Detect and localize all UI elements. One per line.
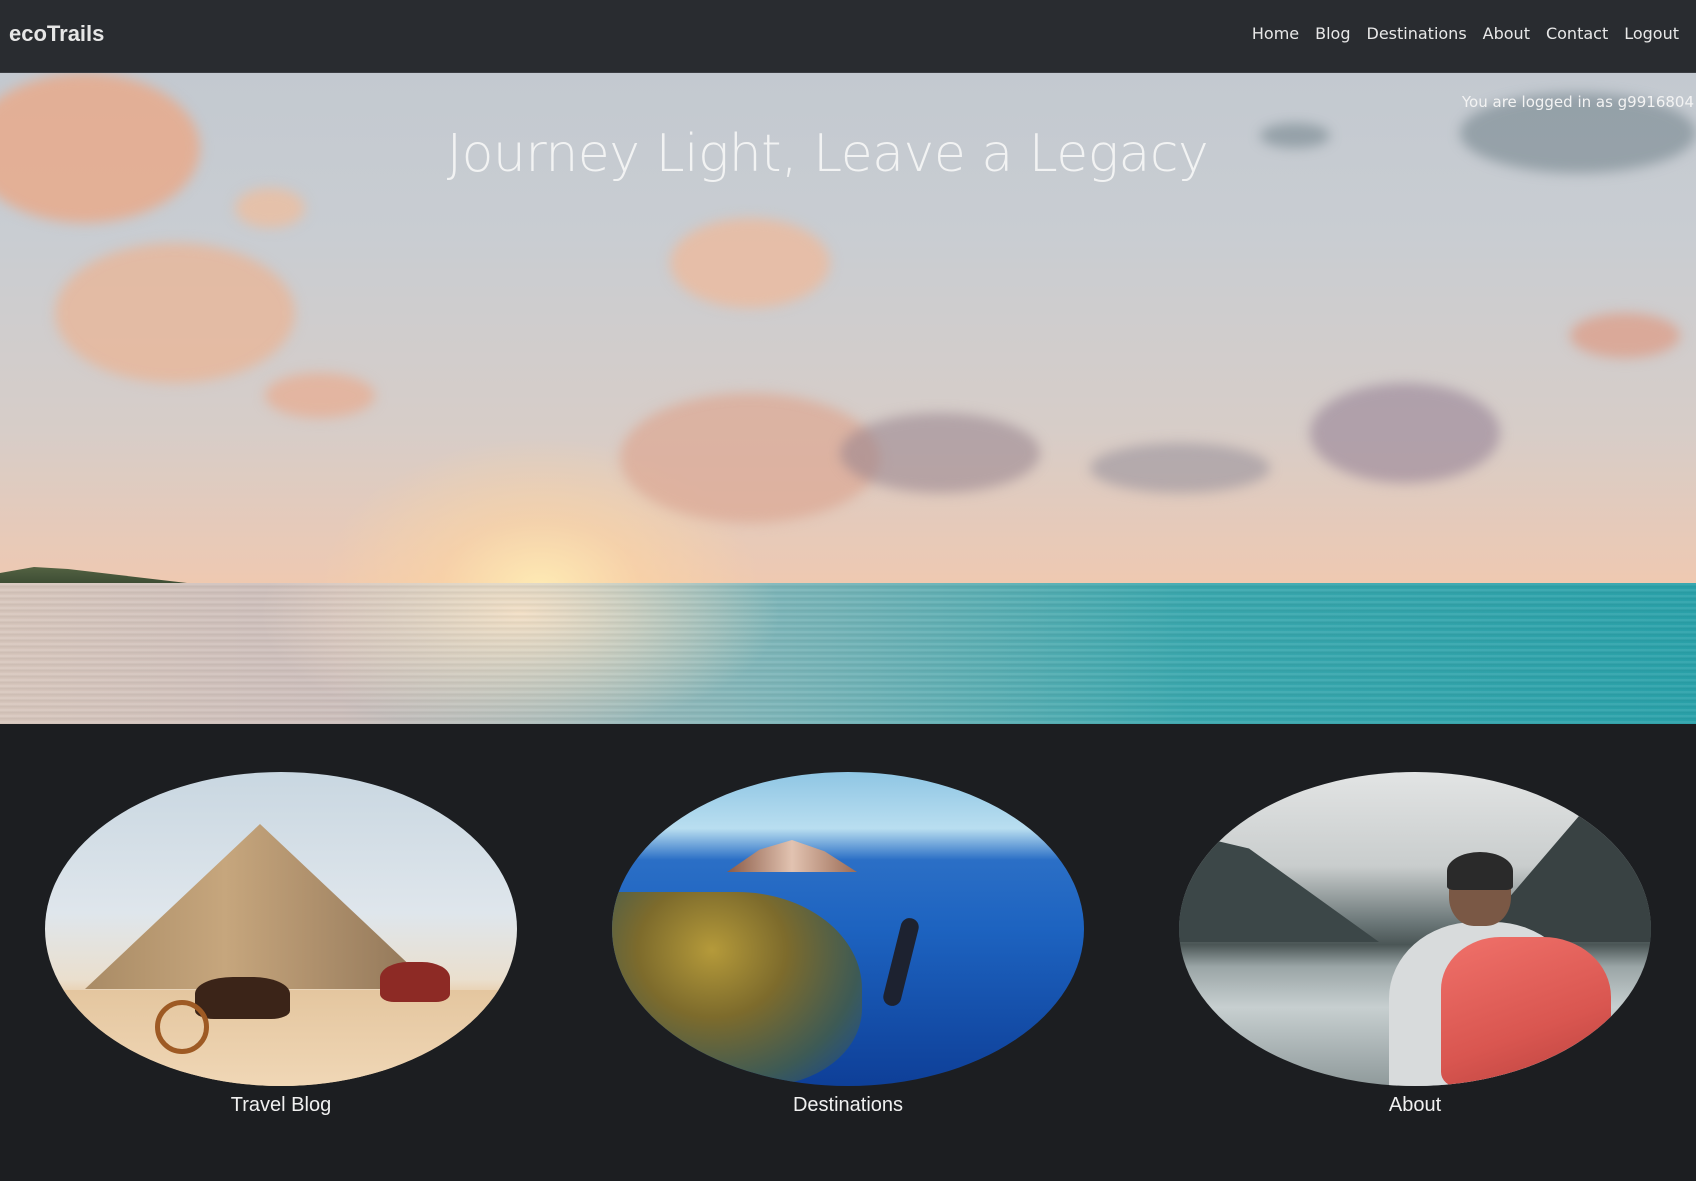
about-image[interactable]: [1179, 772, 1651, 1086]
destinations-link[interactable]: Destinations: [612, 1094, 1084, 1117]
nav-about-link[interactable]: About: [1483, 24, 1530, 43]
nav-links: Home Blog Destinations About Contact Log…: [1252, 24, 1679, 43]
cloud-shape: [265, 373, 375, 418]
about-link[interactable]: About: [1179, 1094, 1651, 1117]
ocean-water: [0, 583, 1696, 724]
nav-logout-link[interactable]: Logout: [1624, 24, 1679, 43]
cloud-shape: [1310, 383, 1500, 483]
card-destinations: Destinations: [612, 772, 1084, 1117]
card-about: About: [1179, 772, 1651, 1117]
nav-contact-link[interactable]: Contact: [1546, 24, 1608, 43]
lake-hiker-photo: [1179, 772, 1651, 1086]
cloud-shape: [1090, 443, 1270, 493]
horse-shape: [195, 977, 290, 1019]
travel-blog-link[interactable]: Travel Blog: [45, 1094, 517, 1117]
camel-saddle-shape: [380, 962, 450, 1002]
pyramid-shape: [85, 824, 435, 989]
backpack-shape: [1441, 937, 1611, 1086]
cloud-shape: [1570, 313, 1680, 358]
island-mountain: [727, 840, 857, 872]
mountain-left: [1179, 832, 1379, 942]
coral-reef: [612, 892, 862, 1086]
card-travel-blog: Travel Blog: [45, 772, 517, 1117]
top-navbar: ecoTrails Home Blog Destinations About C…: [0, 0, 1696, 73]
cart-wheel-shape: [155, 1000, 209, 1054]
cloud-shape: [235, 188, 305, 228]
underwater-photo: [612, 772, 1084, 1086]
hiker-cap: [1447, 852, 1513, 890]
cloud-shape: [670, 218, 830, 308]
nav-blog-link[interactable]: Blog: [1315, 24, 1350, 43]
pyramid-photo: [45, 772, 517, 1086]
cloud-shape: [55, 243, 295, 383]
nav-destinations-link[interactable]: Destinations: [1367, 24, 1467, 43]
hero-title: Journey Light, Leave a Legacy: [446, 124, 1209, 184]
login-status-text: You are logged in as g9916804: [1461, 93, 1694, 111]
nav-home-link[interactable]: Home: [1252, 24, 1299, 43]
destinations-image[interactable]: [612, 772, 1084, 1086]
brand-logo[interactable]: ecoTrails: [9, 21, 104, 47]
travel-blog-image[interactable]: [45, 772, 517, 1086]
cloud-shape: [840, 413, 1040, 493]
diver-shape: [881, 916, 921, 1008]
